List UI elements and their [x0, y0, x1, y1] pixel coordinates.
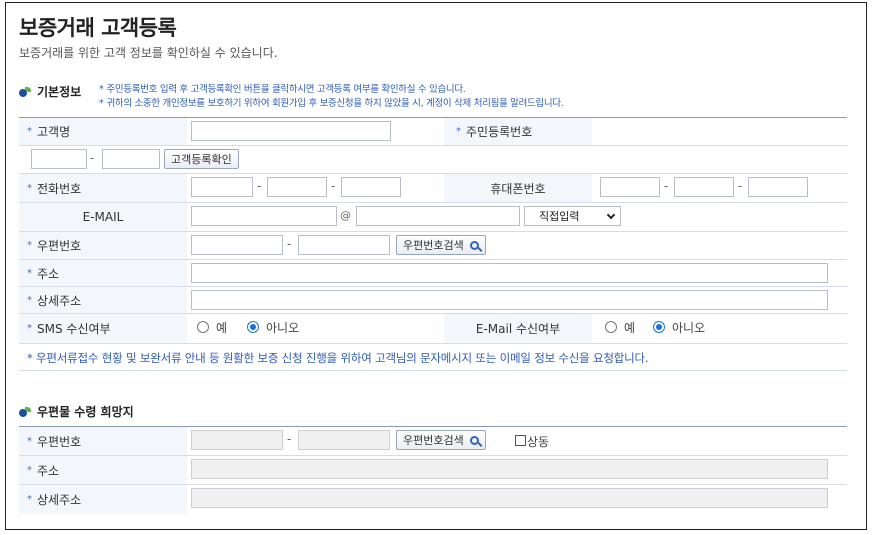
address-input[interactable] [191, 263, 828, 283]
mail-postcode-part-1-input[interactable] [191, 430, 283, 450]
mail-postcode-label: * 우편번호 [19, 427, 187, 455]
address-label: * 주소 [19, 260, 187, 286]
row-mail-postcode: * 우편번호 - 우편번호검색 상동 [19, 427, 847, 456]
section-bullet-icon [19, 86, 32, 97]
email-domain-select[interactable]: 직접입력 [524, 206, 621, 226]
page-subtitle: 보증거래를 위한 고객 정보를 확인하실 수 있습니다. [19, 46, 278, 60]
mail-table: * 우편번호 - 우편번호검색 상동 * 주소 * 상세주소 [19, 426, 847, 514]
row-address: * 주소 [19, 260, 847, 287]
detail-address-input[interactable] [191, 290, 828, 310]
chevron-down-icon [606, 210, 616, 220]
customer-name-input[interactable] [191, 121, 391, 141]
postcode-label: * 우편번호 [19, 232, 187, 259]
mail-postcode-part-2-input[interactable] [298, 430, 390, 450]
sms-yes-radio[interactable] [197, 321, 209, 333]
postcode-part-1-input[interactable] [191, 235, 283, 255]
consent-note: * 우편서류접수 현황 및 보완서류 안내 등 원활한 보증 신청 진행을 위하… [27, 351, 649, 365]
mail-address-input[interactable] [191, 459, 828, 479]
row-resident-number: - 고객등록확인 [19, 146, 847, 174]
email-yes-label: 예 [624, 321, 636, 335]
postcode-part-2-input[interactable] [298, 235, 390, 255]
resident-number-label: * 주민등록번호 [444, 118, 592, 145]
mail-section-heading-text: 우편물 수령 희망지 [37, 405, 134, 419]
phone-part-3-input[interactable] [341, 177, 401, 197]
email-at-sign: @ [340, 209, 351, 222]
search-icon [469, 435, 479, 445]
row-customer-name: * 고객명 * 주민등록번호 [19, 118, 847, 146]
note-line-2: * 귀하의 소중한 개인정보를 보호하기 위하여 회원가입 후 보증신청을 하지 … [99, 98, 564, 109]
email-receive-label: E-Mail 수신여부 [444, 314, 592, 343]
resident-number-back-input[interactable] [102, 149, 160, 169]
sms-no-label: 아니오 [266, 321, 300, 335]
phone-part-1-input[interactable] [191, 177, 253, 197]
same-as-above-label: 상동 [527, 435, 550, 449]
email-label: E-MAIL [19, 203, 187, 231]
row-mail-address: * 주소 [19, 456, 847, 485]
row-phone: * 전화번호 - - 휴대폰번호 - - [19, 174, 847, 203]
mail-detail-address-label: * 상세주소 [19, 485, 187, 514]
section-bullet-icon [19, 406, 32, 417]
resident-number-front-input[interactable] [31, 149, 87, 169]
row-postcode: * 우편번호 - 우편번호검색 [19, 232, 847, 260]
email-no-radio[interactable] [653, 321, 665, 333]
sms-no-radio[interactable] [247, 321, 259, 333]
phone-part-2-input[interactable] [267, 177, 327, 197]
customer-name-label: * 고객명 [19, 118, 187, 145]
row-receive-consent: * SMS 수신여부 예 아니오 E-Mail 수신여부 예 아니오 [19, 314, 847, 344]
basic-info-heading: 기본정보 [19, 83, 81, 100]
sms-yes-label: 예 [216, 321, 228, 335]
same-as-above-checkbox[interactable] [515, 435, 526, 446]
email-domain-input[interactable] [356, 206, 520, 226]
mobile-part-3-input[interactable] [748, 177, 808, 197]
row-consent-note: * 우편서류접수 현황 및 보완서류 안내 등 원활한 보증 신청 진행을 위하… [19, 344, 847, 371]
row-detail-address: * 상세주소 [19, 287, 847, 314]
mail-address-label: * 주소 [19, 456, 187, 484]
mail-postcode-search-button[interactable]: 우편번호검색 [396, 430, 486, 450]
mobile-label: 휴대폰번호 [444, 174, 592, 202]
basic-info-heading-text: 기본정보 [37, 85, 82, 99]
row-mail-detail-address: * 상세주소 [19, 485, 847, 514]
row-email: E-MAIL @ 직접입력 [19, 203, 847, 232]
search-icon [469, 240, 479, 250]
mobile-part-2-input[interactable] [674, 177, 734, 197]
check-registration-button[interactable]: 고객등록확인 [164, 149, 239, 169]
email-no-label: 아니오 [672, 321, 706, 335]
page-title: 보증거래 고객등록 [19, 16, 177, 40]
mail-section-heading: 우편물 수령 희망지 [19, 403, 134, 420]
email-yes-radio[interactable] [605, 321, 617, 333]
email-id-input[interactable] [191, 206, 337, 226]
phone-label: * 전화번호 [19, 174, 187, 202]
basic-info-table: * 고객명 * 주민등록번호 - 고객등록확인 * 전화번호 - - 휴대폰번호 - … [19, 117, 847, 371]
mail-detail-address-input[interactable] [191, 488, 828, 508]
postcode-search-button[interactable]: 우편번호검색 [396, 235, 486, 255]
mobile-part-1-input[interactable] [600, 177, 660, 197]
detail-address-label: * 상세주소 [19, 287, 187, 313]
sms-label: * SMS 수신여부 [19, 314, 187, 343]
basic-info-notes: * 주민등록번호 입력 후 고객등록확인 버튼을 클릭하시면 고객등록 여부를 확… [99, 83, 564, 111]
note-line-1: * 주민등록번호 입력 후 고객등록확인 버튼을 클릭하시면 고객등록 여부를 확… [99, 84, 466, 95]
